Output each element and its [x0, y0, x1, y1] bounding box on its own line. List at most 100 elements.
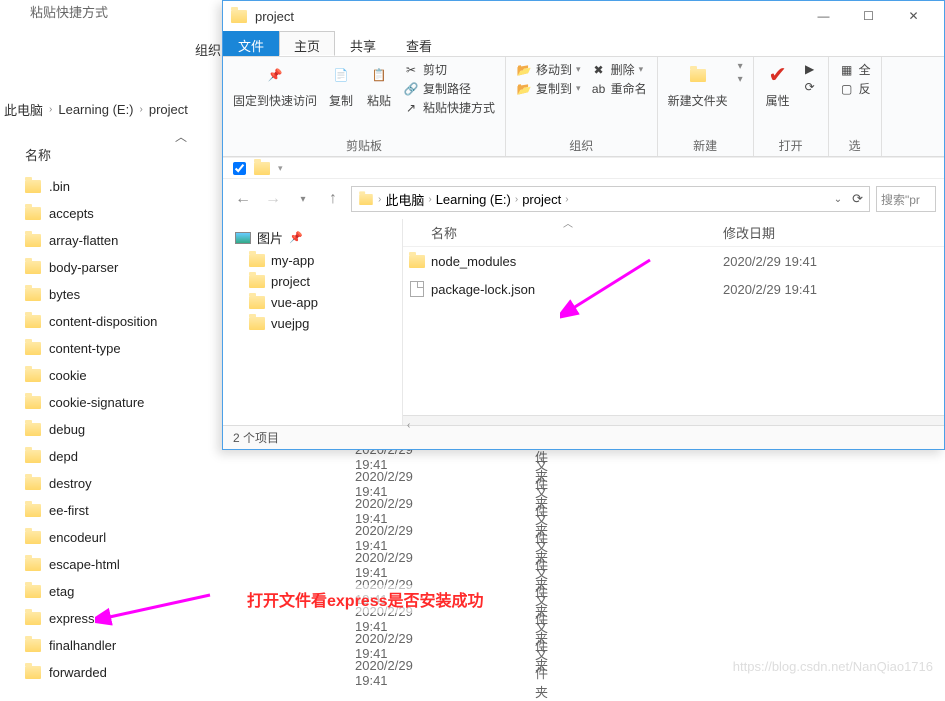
breadcrumb-bar[interactable]: › 此电脑 › Learning (E:) › project › ⌄ ⟳ [351, 186, 870, 212]
chevron-right-icon: › [140, 104, 143, 115]
breadcrumb-segment[interactable]: 此电脑 [4, 100, 43, 119]
file-icon [410, 281, 424, 297]
delete-button[interactable]: ✖删除 ▾ [591, 61, 647, 78]
organize-group-label: 组织 [569, 137, 593, 154]
copy-to-button[interactable]: 📂复制到 ▾ [516, 80, 581, 97]
breadcrumb-segment[interactable]: project [522, 192, 561, 207]
folder-icon [25, 504, 41, 517]
check-icon: ✔ [764, 61, 792, 89]
select-all-button[interactable]: ▦全 [839, 61, 871, 78]
column-header-name[interactable]: 名称 [25, 145, 51, 164]
tree-item[interactable]: vuejpg [227, 313, 398, 334]
folder-icon [409, 255, 425, 268]
chevron-right-icon: › [49, 104, 52, 115]
paste-icon: 📋 [365, 61, 393, 89]
close-button[interactable]: ✕ [891, 2, 936, 30]
folder-icon [249, 317, 265, 330]
copy-path-button[interactable]: 🔗复制路径 [403, 80, 495, 97]
copy-icon: 📄 [327, 61, 355, 89]
pictures-icon [235, 232, 251, 244]
shortcut-icon: ↗ [403, 100, 419, 116]
folder-icon [25, 423, 41, 436]
tree-item[interactable]: vue-app [227, 292, 398, 313]
new-group-label: 新建 [693, 137, 717, 154]
bg-breadcrumb[interactable]: 此电脑 › Learning (E:) › project [0, 100, 188, 119]
watermark: https://blog.csdn.net/NanQiao1716 [733, 659, 933, 674]
status-bar: 2 个项目 [223, 425, 944, 449]
cut-button[interactable]: ✂剪切 [403, 61, 495, 78]
breadcrumb-segment[interactable]: Learning (E:) [436, 192, 511, 207]
bg-group-label: 组织 [195, 40, 221, 59]
pin-icon: 📌 [289, 231, 303, 244]
tree-item-pictures[interactable]: 图片 📌 [227, 225, 398, 250]
folder-item[interactable]: ee-first2020/2/29 19:41文件夹 [25, 497, 325, 524]
tab-file[interactable]: 文件 [223, 31, 279, 56]
recent-dropdown[interactable]: ▾ [291, 187, 315, 211]
new-folder-button[interactable]: 新建文件夹 [668, 61, 728, 109]
breadcrumb-segment[interactable]: project [149, 102, 188, 117]
back-button[interactable]: ← [231, 187, 255, 211]
forward-button[interactable]: → [261, 187, 285, 211]
folder-icon [25, 342, 41, 355]
tree-item[interactable]: project [227, 271, 398, 292]
breadcrumb-segment[interactable]: Learning (E:) [58, 102, 133, 117]
folder-item[interactable]: encodeurl2020/2/29 19:41文件夹 [25, 524, 325, 551]
folder-icon [690, 69, 706, 82]
list-row[interactable]: node_modules2020/2/29 19:41 [403, 247, 944, 275]
open-button[interactable]: ▶ [802, 61, 818, 77]
paste-button[interactable]: 📋 粘贴 [365, 61, 393, 109]
folder-icon [25, 288, 41, 301]
refresh-button[interactable]: ⟳ [846, 191, 863, 207]
tab-view[interactable]: 查看 [391, 31, 447, 56]
navigation-row: ← → ▾ ↑ › 此电脑 › Learning (E:) › project … [223, 179, 944, 219]
file-list-pane: ︿ 名称 修改日期 node_modules2020/2/29 19:41pac… [403, 219, 944, 425]
pin-button[interactable]: 📌 固定到快速访问 [233, 61, 317, 109]
up-button[interactable]: ↑ [321, 187, 345, 211]
new-item-button[interactable]: ▾ [738, 61, 743, 72]
folder-icon [25, 234, 41, 247]
tab-home[interactable]: 主页 [279, 31, 335, 56]
tree-item[interactable]: my-app [227, 250, 398, 271]
collapse-toggle-icon[interactable]: ︿ [175, 128, 187, 145]
copy-button[interactable]: 📄 复制 [327, 61, 355, 109]
chevron-right-icon: › [565, 194, 568, 205]
maximize-button[interactable]: ☐ [846, 2, 891, 30]
minimize-button[interactable]: — [801, 2, 846, 30]
select-group-label: 选 [849, 137, 861, 154]
breadcrumb-segment[interactable]: 此电脑 [385, 190, 424, 209]
navigation-tree[interactable]: 图片 📌 my-appprojectvue-appvuejpg [223, 219, 403, 425]
paste-shortcut-button[interactable]: ↗粘贴快捷方式 [403, 99, 495, 116]
tab-share[interactable]: 共享 [335, 31, 391, 56]
annotation-text: 打开文件看express是否安装成功 [245, 585, 486, 613]
select-none-button[interactable]: ▢反 [839, 80, 871, 97]
folder-icon [359, 193, 373, 204]
search-input[interactable]: 搜索"pr [876, 186, 936, 212]
history-button[interactable]: ⟳ [802, 79, 818, 95]
foreground-explorer: project — ☐ ✕ 文件 主页 共享 查看 📌 固定到快速访问 📄 复制 [222, 0, 945, 450]
easy-access-button[interactable]: ▾ [738, 74, 743, 85]
select-icon: ▢ [839, 81, 855, 97]
folder-icon [25, 207, 41, 220]
title-bar[interactable]: project — ☐ ✕ [223, 1, 944, 31]
folder-icon [25, 612, 41, 625]
pin-icon: 📌 [261, 61, 289, 89]
folder-item[interactable]: escape-html2020/2/29 19:41文件夹 [25, 551, 325, 578]
list-row[interactable]: package-lock.json2020/2/29 19:41 [403, 275, 944, 303]
rename-button[interactable]: ab重命名 [591, 80, 647, 97]
ribbon-tabs: 文件 主页 共享 查看 [223, 31, 944, 57]
folder-icon [25, 666, 41, 679]
header-checkbox[interactable] [233, 162, 246, 175]
folder-icon [25, 639, 41, 652]
folder-item[interactable]: destroy2020/2/29 19:41文件夹 [25, 470, 325, 497]
chevron-down-icon[interactable]: ▾ [278, 163, 283, 174]
chevron-right-icon: › [378, 194, 381, 205]
horizontal-scrollbar[interactable]: ‹ [403, 415, 944, 425]
rename-icon: ab [591, 81, 607, 97]
move-icon: 📂 [516, 62, 532, 78]
folder-item[interactable]: finalhandler2020/2/29 19:41文件夹 [25, 632, 325, 659]
properties-button[interactable]: ✔ 属性 [764, 61, 792, 109]
move-to-button[interactable]: 📂移动到 ▾ [516, 61, 581, 78]
chevron-down-icon[interactable]: ⌄ [834, 194, 842, 205]
column-header-date[interactable]: 修改日期 [723, 223, 944, 242]
chevron-right-icon: › [515, 194, 518, 205]
